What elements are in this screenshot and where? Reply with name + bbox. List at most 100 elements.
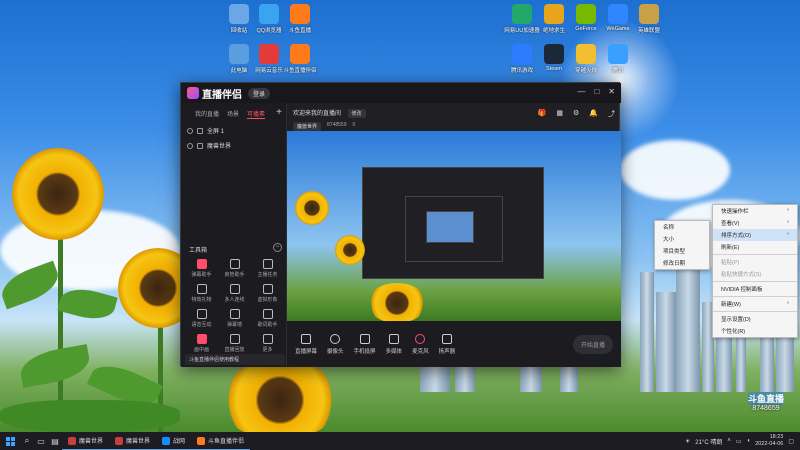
menu-item-quick-actions[interactable]: 快速操作栏 › [713, 205, 797, 217]
tool-label: 主播任务 [257, 272, 278, 278]
tab-scenes[interactable]: 场景 [227, 109, 239, 119]
grid-icon[interactable]: ▦ [556, 109, 563, 119]
tool-avatar[interactable]: 虚拟形象 [251, 284, 284, 303]
collapse-icon[interactable]: − [273, 243, 282, 252]
add-icon[interactable]: + [276, 107, 282, 118]
weather-text[interactable]: 21°C 晴朗 [695, 437, 722, 446]
tool-tasks[interactable]: 主播任务 [251, 259, 284, 278]
toolbar-label: 手机投屏 [353, 348, 376, 355]
maximize-button[interactable]: □ [594, 87, 599, 96]
tool-room-admin[interactable]: 房管助手 [218, 259, 251, 278]
menu-item-nvidia[interactable]: NVIDIA 控制面板 [713, 283, 797, 295]
tutorial-banner[interactable]: 斗鱼直播伴侣使用教程 [185, 354, 285, 365]
volume-icon[interactable]: ◖ [747, 438, 751, 444]
media-button[interactable]: 多媒体 [386, 333, 402, 355]
submenu-item[interactable]: 名称 [655, 221, 709, 233]
folder-icon[interactable]: ▤ [48, 432, 62, 450]
start-live-button[interactable]: 开始直播 [572, 334, 613, 354]
category-select[interactable]: 魔兽世界 [293, 122, 322, 131]
desktop-icon-tencent[interactable]: 腾讯 [597, 44, 639, 74]
avatar-icon [262, 284, 273, 294]
menu-item-display[interactable]: 显示设置(D) [713, 313, 797, 325]
app-logo-icon [187, 87, 199, 99]
tool-label: 语音互动 [191, 322, 212, 328]
eye-icon[interactable] [187, 142, 193, 149]
tool-label: 直播回放 [224, 347, 245, 353]
search-icon[interactable]: ⌕ [20, 432, 34, 450]
menu-separator [713, 311, 797, 312]
leaf [0, 400, 180, 432]
tool-more[interactable]: 更多 [251, 334, 284, 353]
taskbar-app-douyu[interactable]: 斗鱼直播伴侣 [191, 432, 251, 450]
title-bar[interactable]: 直播伴侣 登录 — □ ✕ [181, 83, 621, 103]
tool-danmu-wall[interactable]: 弹幕墙 [218, 309, 251, 328]
share-icon[interactable]: ⤴ [608, 109, 615, 119]
menu-label: 粘贴(P) [721, 260, 740, 266]
task-view-icon[interactable]: ▭ [34, 432, 48, 450]
danmu-icon [196, 259, 207, 269]
stream-preview[interactable] [287, 131, 621, 321]
gift-icon[interactable]: 🎁 [538, 109, 547, 119]
settings-icon[interactable]: ⚙ [573, 109, 579, 119]
taskbar-app-label: 战网 [173, 439, 186, 445]
edit-title-button[interactable]: 修改 [347, 109, 366, 118]
camera-button[interactable]: 摄像头 [327, 333, 344, 355]
tool-danmu-assistant[interactable]: 弹幕助手 [185, 259, 218, 278]
scene-item[interactable]: 全屏 1 [181, 123, 286, 138]
speaker-button[interactable]: 扬声器 [439, 333, 455, 355]
menu-separator [713, 281, 797, 282]
lock-icon[interactable] [197, 142, 203, 149]
menu-item-refresh[interactable]: 刷新(E) [713, 241, 797, 253]
desktop-icon-lol[interactable]: 英雄联盟 [628, 4, 670, 34]
cloud [620, 140, 730, 200]
scene-item[interactable]: 魔兽世界 [181, 138, 286, 153]
microphone-button[interactable]: 麦克风 [412, 333, 429, 355]
tool-voice[interactable]: 语音互动 [185, 309, 218, 328]
desktop-icon-douyu-companion[interactable]: 斗鱼直播伴侣 [279, 44, 321, 74]
desktop-icon-label: 此电脑 [230, 68, 248, 74]
tab-my-live[interactable]: 我的直播 [195, 109, 219, 119]
tab-sources[interactable]: 可播素 [247, 109, 266, 119]
sort-submenu: 名称 大小 项目类型 修改日期 [654, 220, 710, 270]
taskbar-app-wow[interactable]: 魔兽世界 [62, 432, 110, 450]
menu-item-paste: 粘贴(P) [713, 256, 797, 268]
scene-label: 全屏 1 [207, 129, 225, 135]
menu-label: 排序方式(O) [721, 233, 751, 239]
chevron-up-icon[interactable]: ˄ [727, 438, 731, 444]
menu-item-view[interactable]: 查看(V) › [713, 217, 797, 229]
eye-icon[interactable] [187, 127, 193, 134]
submenu-item[interactable]: 项目类型 [655, 245, 709, 257]
close-button[interactable]: ✕ [608, 87, 615, 96]
watermark-room-id: 8748659 [752, 405, 780, 412]
taskbar-app-battlenet[interactable]: 战网 [156, 432, 192, 450]
phone-cast-button[interactable]: 手机投屏 [353, 333, 376, 355]
clock-date: 2022-04-06 [755, 441, 784, 447]
minimize-button[interactable]: — [577, 87, 585, 96]
desktop-icon-douyu[interactable]: 斗鱼直播 [279, 4, 321, 34]
screen-capture-button[interactable]: 直播屏幕 [295, 333, 318, 355]
tool-lyrics[interactable]: 歌词助手 [251, 309, 284, 328]
uu-accelerator-icon [512, 4, 532, 24]
taskbar-app-wow[interactable]: 魔兽世界 [109, 432, 157, 450]
menu-item-personalize[interactable]: 个性化(R) [713, 325, 797, 337]
desktop-icon-label: 回收站 [230, 28, 248, 34]
geforce-icon [576, 4, 596, 24]
tool-pip[interactable]: 画中画 [185, 334, 218, 353]
tool-replay[interactable]: 直播回放 [218, 334, 251, 353]
room-meta: 魔兽世界 8748559 0 [293, 122, 615, 131]
bell-icon[interactable]: 🔔 [589, 109, 598, 119]
lock-icon[interactable] [197, 127, 203, 134]
toolbar-label: 直播屏幕 [295, 348, 318, 355]
submenu-item[interactable]: 修改日期 [655, 257, 709, 269]
menu-item-sort[interactable]: 排序方式(O) › [713, 229, 797, 241]
menu-item-new[interactable]: 新建(W) › [713, 298, 797, 310]
network-icon[interactable]: ▭ [736, 438, 742, 445]
login-button[interactable]: 登录 [248, 87, 271, 99]
start-button[interactable] [0, 432, 20, 450]
tool-multi-link[interactable]: 多人连线 [218, 284, 251, 303]
clock[interactable]: 18:23 2022-04-06 [755, 434, 783, 448]
notification-icon[interactable]: ▢ [788, 438, 794, 445]
submenu-item[interactable]: 大小 [655, 233, 709, 245]
menu-label: 粘贴快捷方式(S) [721, 272, 762, 278]
tool-effects[interactable]: 特效礼物 [185, 284, 218, 303]
